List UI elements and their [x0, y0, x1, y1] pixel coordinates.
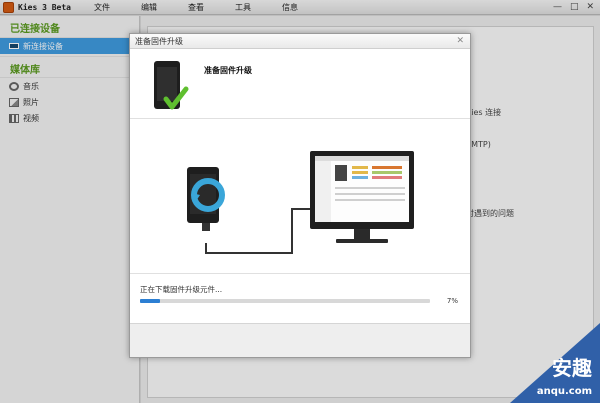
progress-area: 正在下载固件升级元件... 7%: [130, 274, 470, 319]
firmware-upgrade-dialog: 准备固件升级 ✕ 准备固件升级 正在下载固件升级元件... 7%: [129, 33, 471, 358]
dialog-illustration: [130, 119, 470, 274]
watermark-logo: 安趣: [552, 356, 592, 380]
dialog-footer: [130, 323, 470, 357]
anqu-watermark: 安趣 anqu.com: [510, 323, 600, 403]
dialog-close-button[interactable]: ✕: [456, 36, 464, 46]
dialog-title-bar: 准备固件升级 ✕: [130, 34, 470, 49]
progress-fill: [140, 299, 161, 303]
phone-check-icon: [154, 61, 189, 110]
dialog-heading: 准备固件升级: [204, 66, 252, 75]
progress-percent: 7%: [446, 297, 458, 305]
dialog-header: 准备固件升级: [130, 49, 470, 119]
progress-label: 正在下载固件升级元件...: [140, 285, 223, 294]
phone-to-pc-illustration: [187, 151, 414, 254]
watermark-url: anqu.com: [536, 386, 592, 397]
progress-bar: [140, 299, 430, 303]
dialog-title: 准备固件升级: [135, 36, 183, 46]
